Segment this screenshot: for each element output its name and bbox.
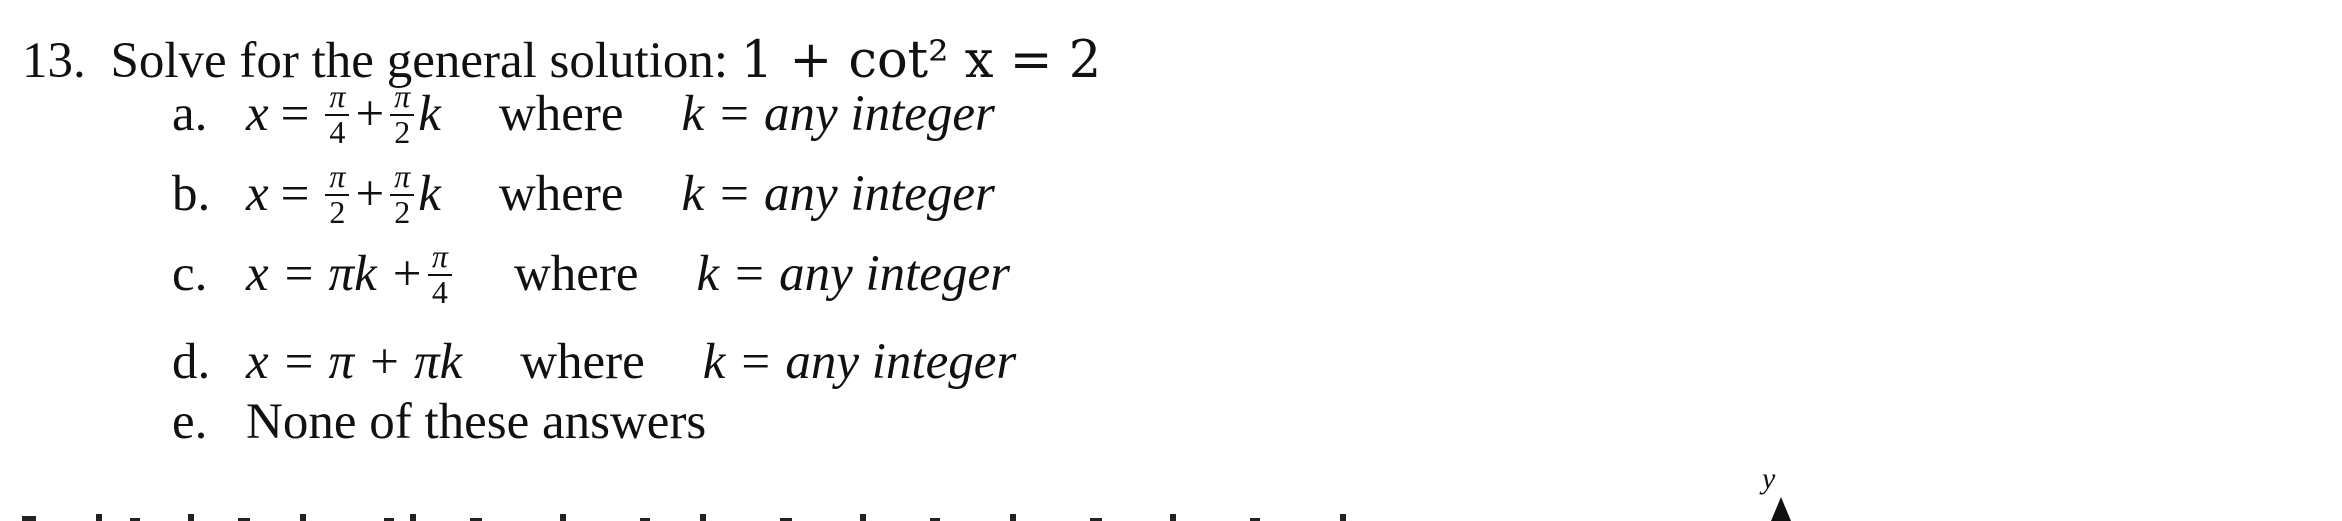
- cut-off-next-line: [22, 514, 1346, 521]
- fraction: π 2: [390, 158, 415, 230]
- choice-letter: a.: [172, 86, 208, 142]
- where-word: where: [498, 166, 624, 222]
- variable-k: k: [418, 166, 441, 222]
- fraction-numerator: π: [394, 158, 411, 194]
- fraction-numerator: π: [394, 78, 411, 114]
- where-word: where: [513, 246, 639, 302]
- plus-sign: +: [355, 86, 385, 142]
- question-number: 13.: [22, 33, 86, 89]
- fraction: π 4: [427, 238, 452, 310]
- choice-d[interactable]: d. x = π + πk where k = any integer: [172, 332, 1016, 393]
- choice-b[interactable]: b. x = π 2 + π 2 k where k = any integer: [172, 158, 995, 230]
- fraction-numerator: π: [329, 158, 346, 194]
- choice-letter: c.: [172, 246, 208, 302]
- fraction-denominator: 4: [325, 113, 350, 150]
- expression-lead: x = πk +: [246, 246, 424, 302]
- condition: k = any integer: [681, 166, 995, 222]
- equals-sign: =: [280, 166, 310, 222]
- fraction-denominator: 2: [390, 113, 415, 150]
- fraction-numerator: π: [431, 238, 448, 274]
- where-word: where: [498, 86, 624, 142]
- fraction: π 4: [325, 78, 350, 150]
- fraction-denominator: 2: [325, 193, 350, 230]
- condition: k = any integer: [702, 334, 1017, 390]
- variable-x: x: [246, 86, 269, 142]
- y-axis-label: y: [1762, 462, 1776, 495]
- choice-expression: x = πk + π 4: [246, 238, 456, 310]
- fraction-denominator: 2: [390, 193, 415, 230]
- choice-expression: x = π + πk: [246, 334, 463, 390]
- variable-k: k: [418, 86, 441, 142]
- y-axis-arrow-icon: [1771, 497, 1791, 521]
- fraction-denominator: 4: [427, 273, 452, 310]
- condition: k = any integer: [696, 246, 1010, 302]
- equals-sign: =: [280, 86, 310, 142]
- choice-letter: d.: [172, 334, 211, 390]
- choice-text: None of these answers: [246, 394, 707, 450]
- where-word: where: [520, 334, 645, 390]
- plus-sign: +: [355, 166, 385, 222]
- choice-e[interactable]: e. None of these answers: [172, 392, 706, 453]
- choice-expression: x = π 2 + π 2 k: [246, 158, 441, 230]
- choice-letter: b.: [172, 166, 211, 222]
- fraction: π 2: [325, 158, 350, 230]
- fraction: π 2: [390, 78, 415, 150]
- worksheet-page: 13. Solve for the general solution: 1 + …: [0, 0, 2342, 521]
- choice-letter: e.: [172, 394, 208, 450]
- choice-expression: x = π 4 + π 2 k: [246, 78, 441, 150]
- condition: k = any integer: [681, 86, 995, 142]
- choice-c[interactable]: c. x = πk + π 4 where k = any integer: [172, 238, 1010, 310]
- fraction-numerator: π: [329, 78, 346, 114]
- variable-x: x: [246, 166, 269, 222]
- choice-a[interactable]: a. x = π 4 + π 2 k where k = any integer: [172, 78, 995, 150]
